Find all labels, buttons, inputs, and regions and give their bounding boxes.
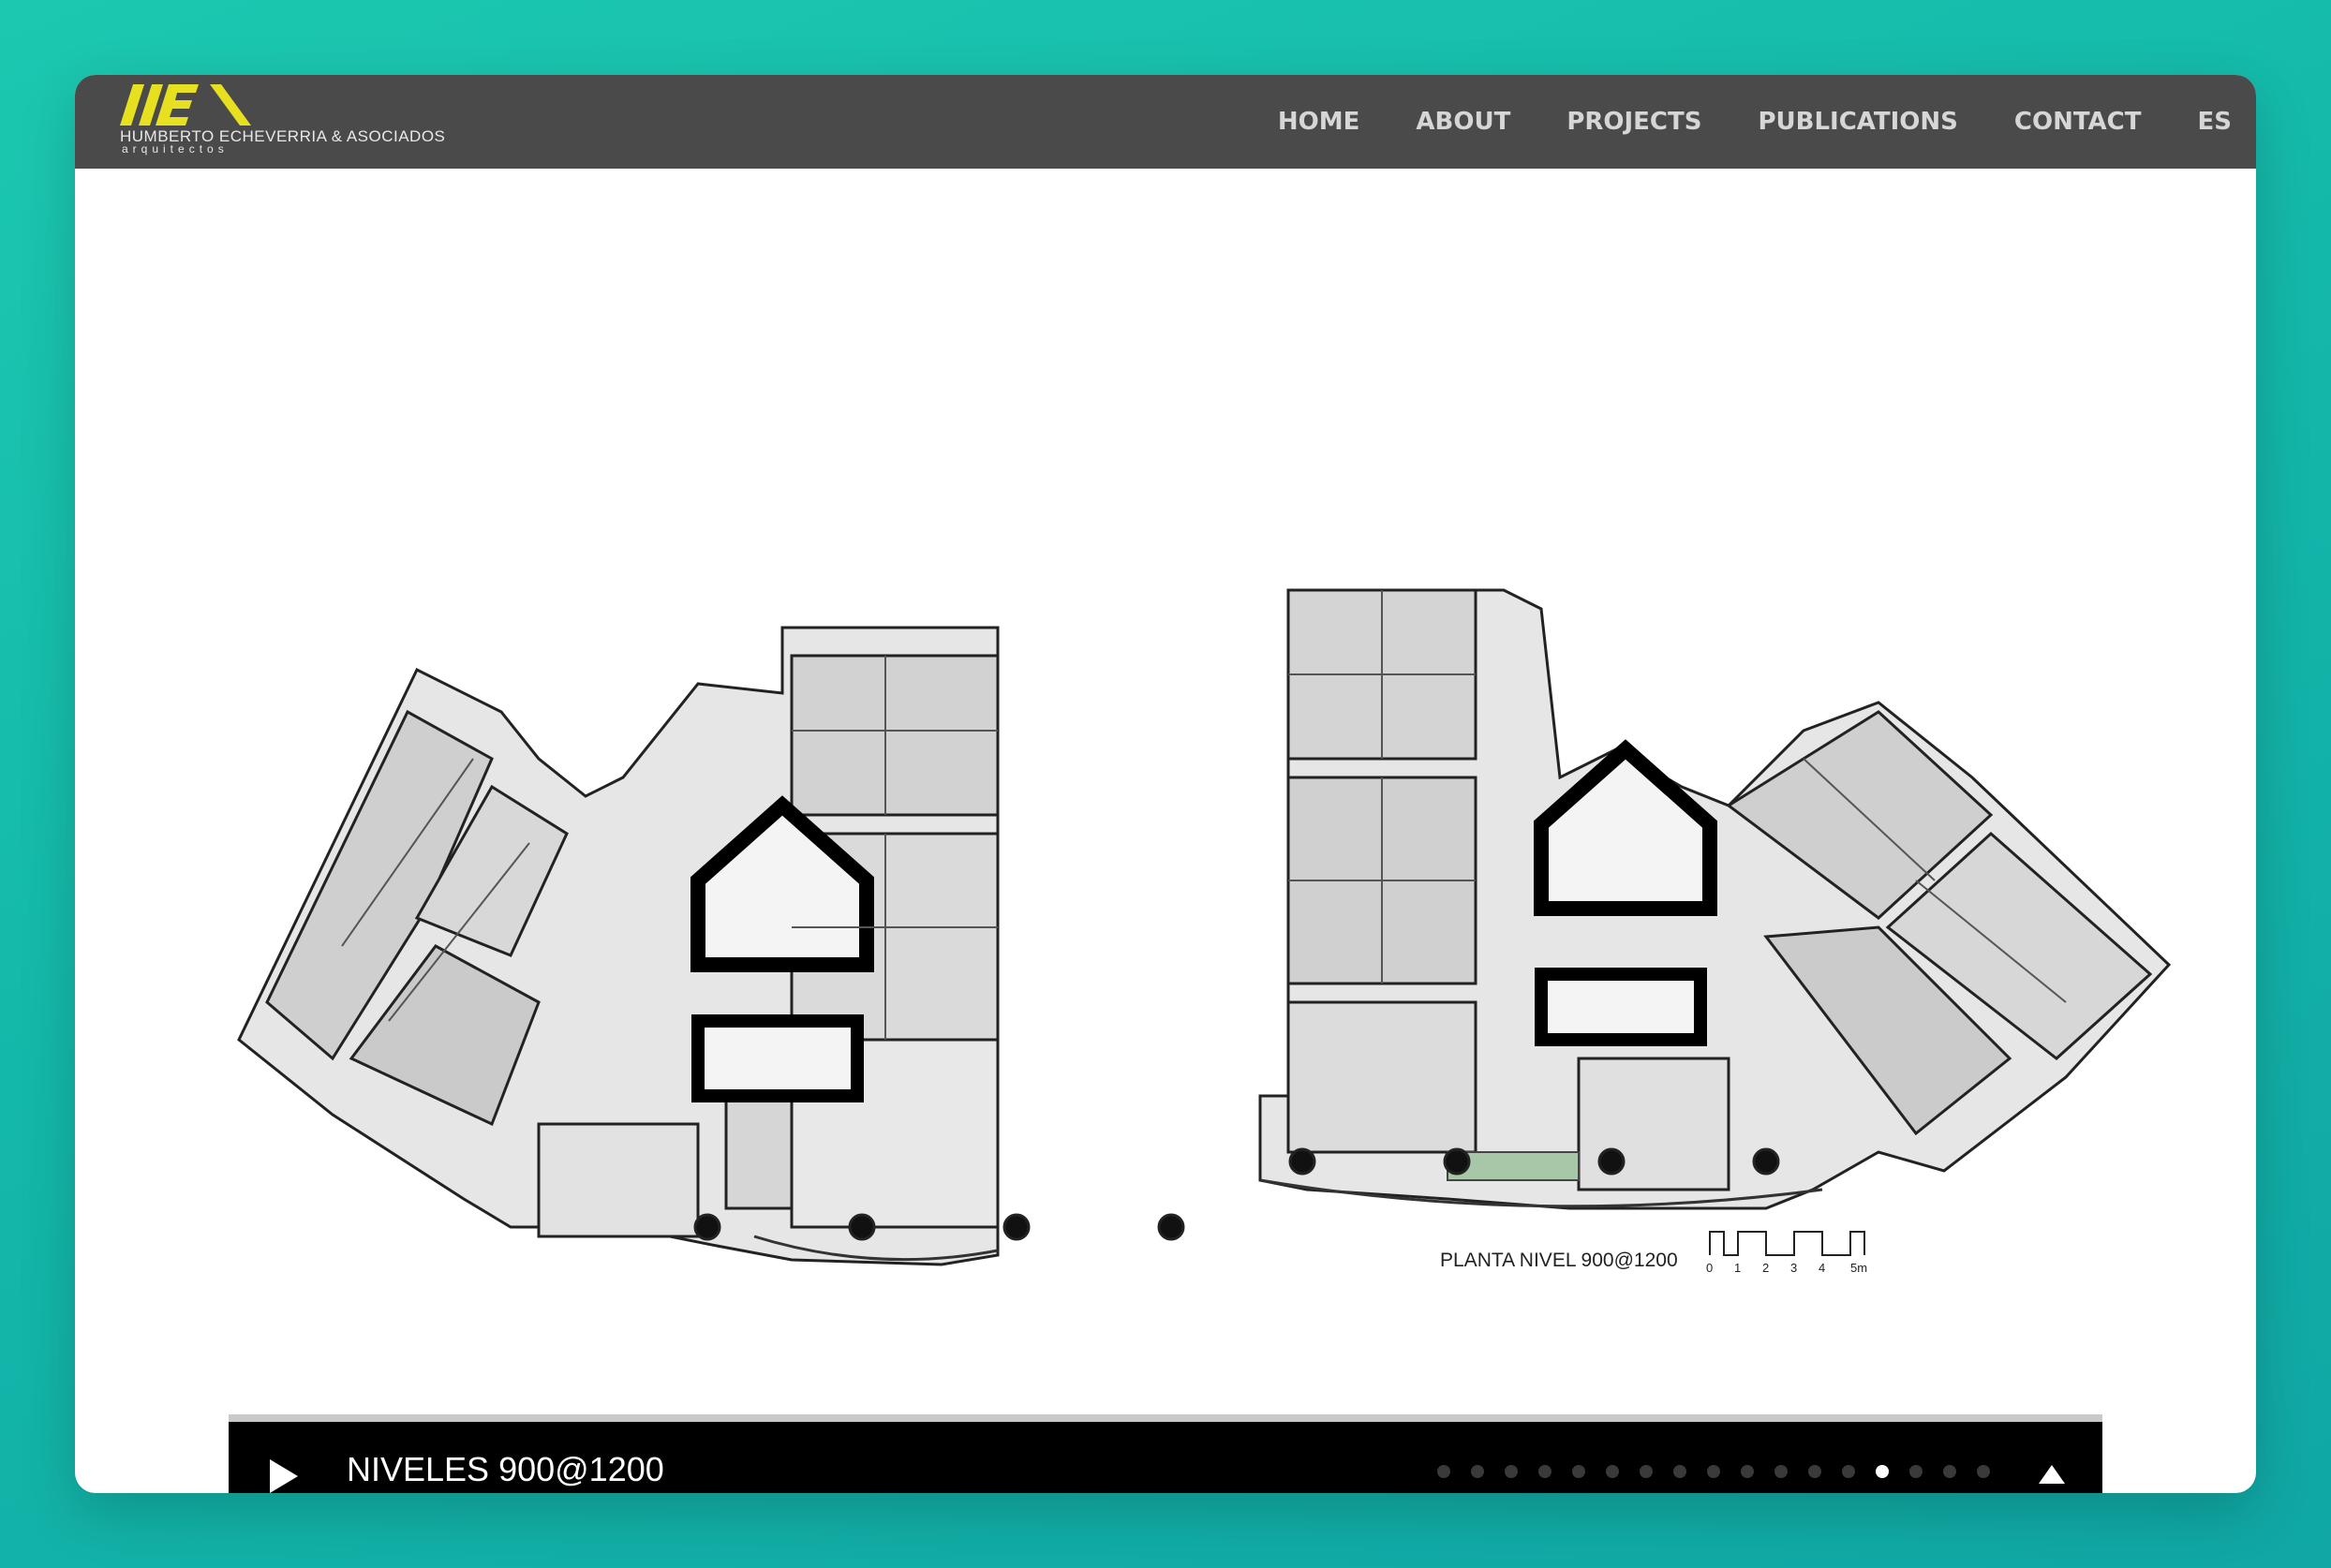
nav-language-toggle[interactable]: ES [2198, 108, 2233, 136]
slideshow-progress-track [229, 1414, 2102, 1422]
slide-dot[interactable] [1640, 1465, 1653, 1478]
scale-bar [1709, 1231, 1865, 1256]
slide-dot[interactable] [1707, 1465, 1720, 1478]
scale-tick-4: 4 [1819, 1261, 1825, 1275]
slide-dot[interactable] [1774, 1465, 1788, 1478]
slideshow-stage: PLANTA NIVEL 900@1200 0 1 2 3 4 5m NIVEL… [75, 169, 2256, 1493]
slide-dot[interactable] [1437, 1465, 1450, 1478]
slide-dot[interactable] [1505, 1465, 1518, 1478]
brand-logo[interactable]: HUMBERTO ECHEVERRIA & ASOCIADOS arquitec… [120, 84, 445, 161]
slide-dot[interactable] [1842, 1465, 1855, 1478]
top-navigation-bar: HUMBERTO ECHEVERRIA & ASOCIADOS arquitec… [75, 75, 2256, 169]
play-icon[interactable] [268, 1457, 300, 1493]
slide-pagination [1437, 1465, 2011, 1478]
slide-dot[interactable] [1808, 1465, 1821, 1478]
nav-about[interactable]: ABOUT [1416, 108, 1510, 136]
slide-dot[interactable] [1606, 1465, 1619, 1478]
floor-plan-image: PLANTA NIVEL 900@1200 0 1 2 3 4 5m [237, 588, 2172, 1275]
scale-tick-5: 5m [1850, 1261, 1867, 1275]
scale-tick-1: 1 [1734, 1261, 1741, 1275]
slide-dot[interactable] [1673, 1465, 1686, 1478]
slide-title: NIVELES 900@1200 [347, 1450, 664, 1488]
nav-contact[interactable]: CONTACT [2014, 108, 2142, 136]
browser-window: HUMBERTO ECHEVERRIA & ASOCIADOS arquitec… [75, 75, 2256, 1493]
logo-mark-icon [120, 84, 251, 126]
slide-dot[interactable] [1977, 1465, 1990, 1478]
slide-dot[interactable] [1909, 1465, 1923, 1478]
nav-home[interactable]: HOME [1278, 108, 1360, 136]
main-nav: HOME ABOUT PROJECTS PUBLICATIONS CONTACT… [1222, 75, 2232, 169]
slide-dot[interactable] [1943, 1465, 1956, 1478]
scale-tick-0: 0 [1706, 1261, 1713, 1275]
slide-dot[interactable] [1471, 1465, 1484, 1478]
scale-tick-2: 2 [1762, 1261, 1769, 1275]
plan-label: PLANTA NIVEL 900@1200 [1440, 1250, 1678, 1271]
nav-publications[interactable]: PUBLICATIONS [1758, 108, 1957, 136]
caret-up-icon[interactable] [2037, 1463, 2067, 1486]
slide-dot[interactable] [1538, 1465, 1552, 1478]
brand-subtitle: arquitectos [122, 142, 229, 155]
slideshow-controls: NIVELES 900@1200 [229, 1422, 2102, 1493]
slide-dot[interactable] [1876, 1465, 1889, 1478]
scale-tick-3: 3 [1790, 1261, 1797, 1275]
slide-dot[interactable] [1572, 1465, 1585, 1478]
slide-dot[interactable] [1741, 1465, 1754, 1478]
nav-projects[interactable]: PROJECTS [1566, 108, 1701, 136]
